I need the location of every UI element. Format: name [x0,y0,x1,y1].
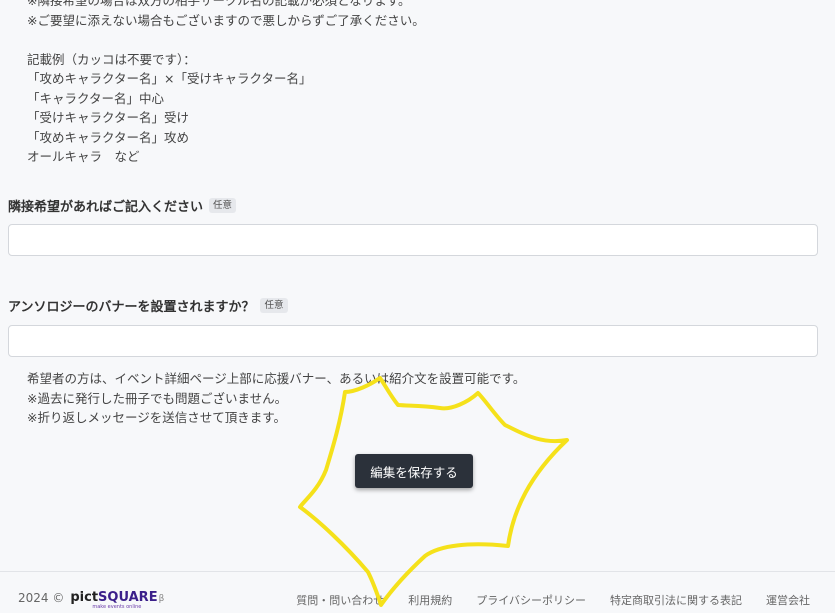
site-footer: 2024 © pict SQUARE β make events online 質問… [0,571,835,613]
note-line: 「攻めキャラクター名」×「受けキャラクター名」 [27,71,312,86]
neighbor-request-label-text: 隣接希望があればご記入ください [8,200,204,215]
neighbor-request-input[interactable] [8,224,818,256]
neighbor-request-label: 隣接希望があればご記入ください 任意 [8,196,237,215]
footer-link-terms[interactable]: 利用規約 [408,592,452,608]
note-line: ※過去に発行した冊子でも問題ございません。 [27,390,288,406]
optional-badge: 任意 [209,198,237,213]
circle-neighbor-notes: ※隣接希望の場合は双方の相手サークル名の記載が必須となります。 ※ご要望に添えな… [27,0,425,167]
note-line [27,30,425,50]
footer-links: 質問・問い合わせ 利用規約 プライバシーポリシー 特定商取引法に関する表記 運営… [296,592,810,608]
anthology-banner-label: アンソロジーのバナーを設置されますか？ 任意 [8,296,288,315]
optional-badge: 任意 [260,298,288,313]
note-line: オールキャラ など [27,149,140,164]
note-line: 記載例（カッコは不要です）： [27,51,196,67]
note-line: 「攻めキャラクター名」攻め [27,129,190,145]
anthology-banner-notes: 希望者の方は、イベント詳細ページ上部に応援バナー、あるいは紹介文を設置可能です。… [27,369,525,428]
note-line: ※ご要望に添えない場合もございますので悪しからずご了承ください。 [27,12,425,28]
anthology-banner-label-text: アンソロジーのバナーを設置されますか？ [8,300,255,315]
anthology-banner-input[interactable] [8,325,818,357]
copyright-year: 2024 © [18,590,65,605]
footer-link-commerce-law[interactable]: 特定商取引法に関する表記 [610,592,742,608]
footer-link-company[interactable]: 運営会社 [766,592,810,608]
pictsquare-logo[interactable]: pict SQUARE β make events online [70,590,165,610]
note-line: ※折り返しメッセージを送信させて頂きます。 [27,410,286,425]
note-line: 「キャラクター名」中心 [27,90,165,106]
save-edits-button[interactable]: 編集を保存する [355,454,473,488]
logo-beta: β [158,594,165,604]
footer-link-contact[interactable]: 質問・問い合わせ [296,592,384,608]
logo-tagline: make events online [92,604,142,610]
note-line: ※隣接希望の場合は双方の相手サークル名の記載が必須となります。 [27,0,411,8]
logo-square: SQUARE [98,590,158,605]
note-line: 希望者の方は、イベント詳細ページ上部に応援バナー、あるいは紹介文を設置可能です。 [27,371,526,386]
note-line: 「受けキャラクター名」受け [27,110,190,125]
footer-link-privacy[interactable]: プライバシーポリシー [476,592,586,608]
copyright: 2024 © pict SQUARE β make events online [18,590,165,610]
logo-pict: pict [70,590,99,605]
